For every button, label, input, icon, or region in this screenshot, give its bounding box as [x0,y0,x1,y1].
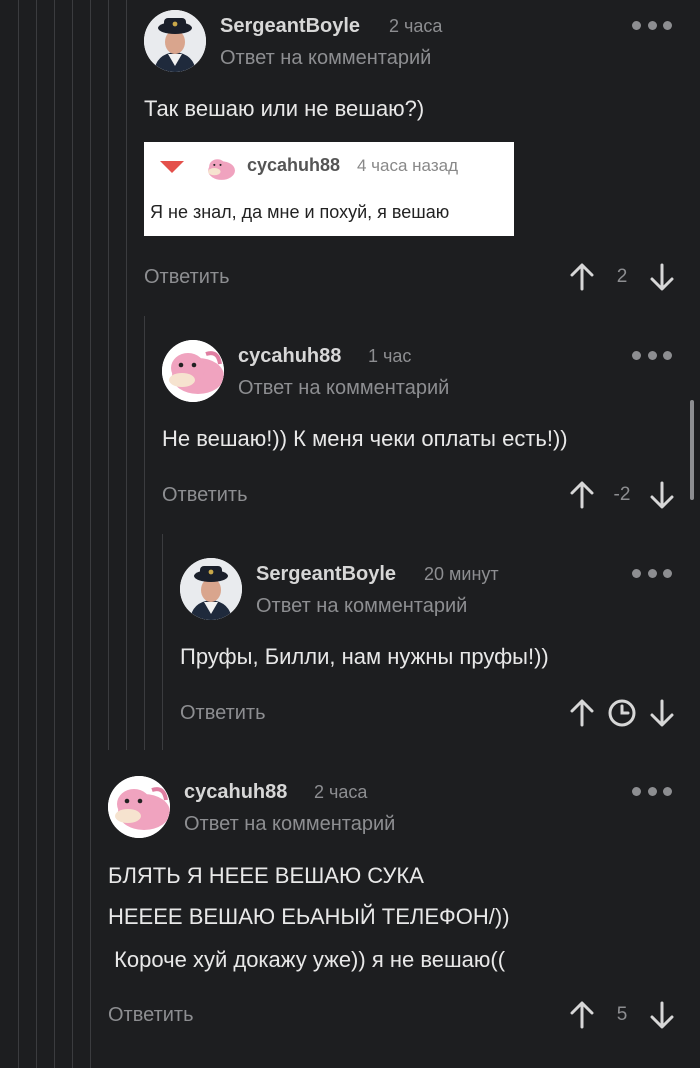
vote-panel [568,698,676,728]
comment-text-line: Не вешаю!)) К меня чеки оплаты есть!)) [162,426,568,451]
user-avatar-officer-icon [180,558,242,620]
scrollbar[interactable] [690,400,694,500]
avatar[interactable] [108,776,170,838]
comment-time: 2 часа [314,782,368,802]
quoted-comment-image: cycahuh88 4 часа назад Я не знал, да мне… [144,142,514,236]
more-dots-icon[interactable] [632,569,672,579]
vote-panel: 2 [568,262,676,292]
comment-text-line: НЕЕЕЕ ВЕШАЮ ЕЬАНЫЙ ТЕЛЕФОН/)) [108,904,510,929]
comment-time: 2 часа [389,16,443,36]
user-avatar-slowpoke-icon [108,776,170,838]
thread-line [162,534,163,750]
comment-time: 20 минут [424,564,499,584]
reply-button[interactable]: Ответить [180,702,266,725]
comment-author[interactable]: SergeantBoyle [256,563,396,586]
comment-text-line: Короче хуй докажу уже)) я не вешаю(( [108,947,506,972]
reply-to-link[interactable]: Ответ на комментарий [184,813,395,836]
more-dots-icon[interactable] [632,787,672,797]
user-avatar-officer-icon [144,10,206,72]
reply-to-link[interactable]: Ответ на комментарий [256,595,467,618]
vote-panel: -2 [568,480,676,510]
clock-icon [608,699,636,727]
reply-to-link[interactable]: Ответ на комментарий [220,47,431,70]
more-dots-icon[interactable] [632,21,672,31]
thread-line [36,0,37,1068]
comment-text-line: Так вешаю или не вешаю?) [144,96,425,121]
comment-author[interactable]: SergeantBoyle [220,15,360,38]
comment-time: 1 час [368,346,412,366]
quote-author: cycahuh88 [247,155,341,175]
vote-panel: 5 [568,1000,676,1030]
arrow-up-icon[interactable] [568,480,596,510]
avatar[interactable] [144,10,206,72]
arrow-down-icon[interactable] [648,698,676,728]
arrow-down-icon[interactable] [648,480,676,510]
quote-time: 4 часа назад [357,156,458,175]
reply-button[interactable]: Ответить [144,266,230,289]
avatar[interactable] [162,340,224,402]
arrow-down-icon[interactable] [648,262,676,292]
reply-button[interactable]: Ответить [162,484,248,507]
user-avatar-slowpoke-icon [162,340,224,402]
arrow-down-icon[interactable] [648,1000,676,1030]
rating-value: 5 [616,1004,628,1025]
arrow-up-icon[interactable] [568,698,596,728]
thread-line [90,0,91,1068]
arrow-up-icon[interactable] [568,1000,596,1030]
comment-text-line: Пруфы, Билли, нам нужны пруфы!)) [180,644,549,669]
thread-line [144,316,145,750]
more-dots-icon[interactable] [632,351,672,361]
triangle-down-icon [160,161,184,173]
arrow-up-icon[interactable] [568,262,596,292]
thread-line [18,0,19,1068]
comment-author[interactable]: cycahuh88 [184,781,287,804]
reply-to-link[interactable]: Ответ на комментарий [238,377,449,400]
thread-line [126,0,127,750]
thread-line [54,0,55,1068]
thread-line [72,0,73,1068]
thread-line [108,0,109,750]
rating-value: -2 [613,484,631,505]
user-avatar-slowpoke-icon [204,151,236,183]
comment-text-line: БЛЯТЬ Я НЕЕЕ ВЕШАЮ СУКА [108,863,424,888]
rating-value: 2 [616,266,628,287]
avatar[interactable] [180,558,242,620]
reply-button[interactable]: Ответить [108,1004,194,1027]
quote-text: Я не знал, да мне и похуй, я вешаю [150,202,450,222]
comment-author[interactable]: cycahuh88 [238,345,341,368]
quote-avatar [204,151,236,183]
